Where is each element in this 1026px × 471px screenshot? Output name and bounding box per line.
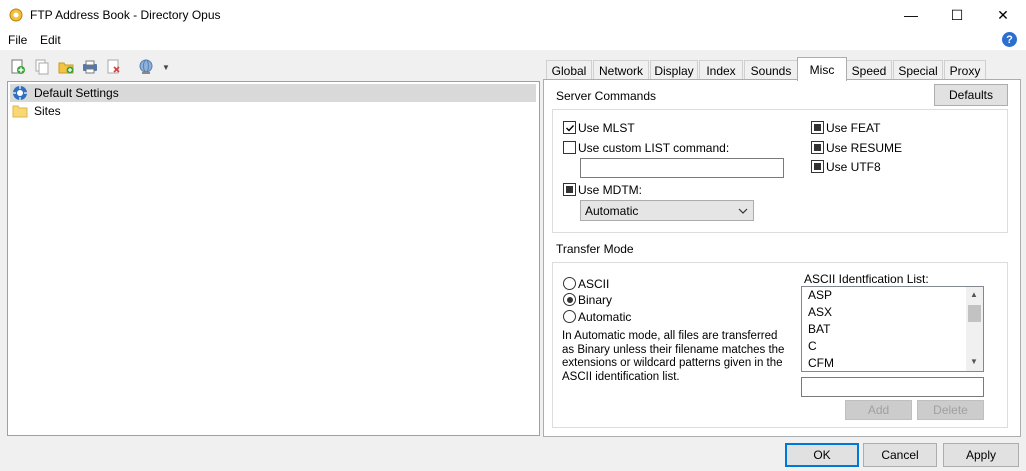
server-commands-label: Server Commands	[556, 89, 657, 103]
transfer-mode-description: In Automatic mode, all files are transfe…	[562, 330, 785, 383]
tab-misc[interactable]: Misc	[797, 57, 847, 81]
mode-binary-label: Binary	[578, 293, 613, 307]
scroll-down-icon[interactable]: ▼	[970, 357, 978, 366]
apply-button[interactable]: Apply	[943, 443, 1019, 467]
ascii-pattern-input[interactable]	[801, 377, 984, 397]
new-folder-icon[interactable]	[57, 58, 75, 76]
use-custom-list-checkbox[interactable]	[563, 141, 576, 154]
menu-edit[interactable]: Edit	[40, 33, 61, 47]
tab-global[interactable]: Global	[546, 60, 592, 80]
ascii-list-label: ASCII Identfication List:	[804, 272, 929, 286]
mode-binary-radio[interactable]	[563, 293, 576, 306]
connect-globe-icon[interactable]	[137, 58, 155, 76]
use-feat-checkbox[interactable]	[811, 121, 824, 134]
use-mlst-checkbox[interactable]	[563, 121, 576, 134]
mode-automatic-radio[interactable]	[563, 310, 576, 323]
print-icon[interactable]	[81, 58, 99, 76]
defaults-button[interactable]: Defaults	[934, 84, 1008, 106]
tab-sounds[interactable]: Sounds	[744, 60, 798, 80]
use-mdtm-label: Use MDTM:	[578, 183, 642, 197]
use-feat-label: Use FEAT	[826, 121, 881, 135]
tab-special[interactable]: Special	[893, 60, 943, 80]
tree-item-sites[interactable]: Sites	[10, 102, 536, 120]
list-scrollbar[interactable]: ▲ ▼	[966, 287, 983, 371]
use-custom-list-label: Use custom LIST command:	[578, 141, 730, 155]
help-icon[interactable]: ?	[1002, 32, 1017, 47]
scroll-thumb[interactable]	[968, 305, 981, 322]
add-button[interactable]: Add	[845, 400, 912, 420]
maximize-button[interactable]: ☐	[934, 0, 980, 30]
window-title: FTP Address Book - Directory Opus	[30, 8, 221, 22]
use-utf8-checkbox[interactable]	[811, 160, 824, 173]
use-mdtm-checkbox[interactable]	[563, 183, 576, 196]
mode-ascii-label: ASCII	[578, 277, 610, 291]
list-item[interactable]: CFM	[802, 355, 983, 372]
app-icon	[9, 8, 23, 22]
custom-list-input[interactable]	[580, 158, 784, 178]
mode-automatic-label: Automatic	[578, 310, 632, 324]
ascii-list[interactable]: ASP ASX BAT C CFM ▲ ▼	[801, 286, 984, 372]
check-icon	[565, 124, 574, 132]
transfer-mode-label: Transfer Mode	[556, 242, 634, 256]
tab-network[interactable]: Network	[593, 60, 649, 80]
list-item[interactable]: ASX	[802, 304, 983, 321]
mode-ascii-radio[interactable]	[563, 277, 576, 290]
copy-icon[interactable]	[33, 58, 51, 76]
close-button[interactable]: ✕	[980, 0, 1026, 30]
minimize-button[interactable]: —	[888, 0, 934, 30]
delete-icon[interactable]	[105, 58, 123, 76]
chevron-down-icon[interactable]: ▼	[162, 63, 170, 72]
menu-bar: File Edit	[0, 30, 1026, 50]
tree-item-default-settings[interactable]: Default Settings	[10, 84, 536, 102]
mdtm-select[interactable]: Automatic	[580, 200, 754, 221]
tree-item-label: Sites	[34, 104, 61, 118]
use-resume-label: Use RESUME	[826, 141, 903, 155]
tab-index[interactable]: Index	[699, 60, 743, 80]
mdtm-select-value: Automatic	[585, 203, 639, 218]
scroll-up-icon[interactable]: ▲	[970, 290, 978, 299]
tab-proxy[interactable]: Proxy	[944, 60, 986, 80]
list-item[interactable]: C	[802, 338, 983, 355]
use-resume-checkbox[interactable]	[811, 141, 824, 154]
use-mlst-label: Use MLST	[578, 121, 635, 135]
new-site-icon[interactable]	[9, 58, 27, 76]
folder-icon	[12, 105, 28, 118]
tree-item-label: Default Settings	[34, 86, 119, 100]
use-utf8-label: Use UTF8	[826, 160, 881, 174]
site-tree[interactable]: Default Settings Sites	[7, 81, 540, 436]
cancel-button[interactable]: Cancel	[863, 443, 937, 467]
menu-file[interactable]: File	[8, 33, 27, 47]
chevron-down-icon	[738, 208, 748, 214]
tab-display[interactable]: Display	[650, 60, 698, 80]
list-item[interactable]: BAT	[802, 321, 983, 338]
ok-button[interactable]: OK	[785, 443, 859, 467]
delete-button[interactable]: Delete	[917, 400, 984, 420]
list-item[interactable]: ASP	[802, 287, 983, 304]
settings-globe-icon	[13, 86, 27, 100]
title-bar: FTP Address Book - Directory Opus — ☐ ✕	[0, 0, 1026, 30]
tab-speed[interactable]: Speed	[846, 60, 892, 80]
